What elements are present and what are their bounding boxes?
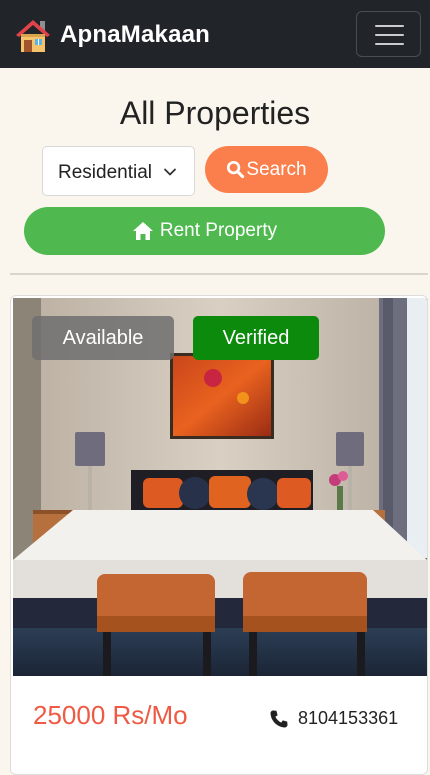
chevron-down-icon	[164, 168, 176, 176]
rent-property-label: Rent Property	[159, 220, 278, 241]
hamburger-line	[375, 34, 404, 36]
brand-name: ApnaMakaan	[60, 21, 211, 48]
verified-badge: Verified	[193, 316, 319, 360]
phone-icon	[270, 710, 288, 727]
availability-badge: Available	[32, 316, 174, 360]
rent-property-button[interactable]: Rent Property	[24, 207, 385, 255]
category-select-value: Residential	[58, 162, 152, 183]
top-navbar: ApnaMakaan	[0, 0, 430, 68]
brand-link[interactable]: ApnaMakaan	[14, 16, 210, 54]
menu-toggle-button[interactable]	[356, 11, 421, 57]
property-card[interactable]: Available Verified 25000 Rs/Mo 810415336…	[10, 295, 428, 775]
section-divider	[10, 273, 428, 275]
contact-phone-link[interactable]: 8104153361	[269, 708, 398, 729]
property-price: 25000 Rs/Mo	[33, 700, 188, 730]
hamburger-menu-icon	[375, 25, 404, 27]
contact-phone-number: 8104153361	[298, 708, 399, 728]
magnifier-icon	[227, 160, 245, 179]
hamburger-line	[375, 43, 404, 45]
search-button[interactable]: Search	[205, 146, 328, 193]
house-icon	[16, 20, 50, 52]
page-title: All Properties	[119, 95, 311, 131]
search-button-label: Search	[246, 158, 307, 180]
category-select[interactable]: Residential	[42, 146, 195, 196]
home-icon	[132, 222, 153, 240]
